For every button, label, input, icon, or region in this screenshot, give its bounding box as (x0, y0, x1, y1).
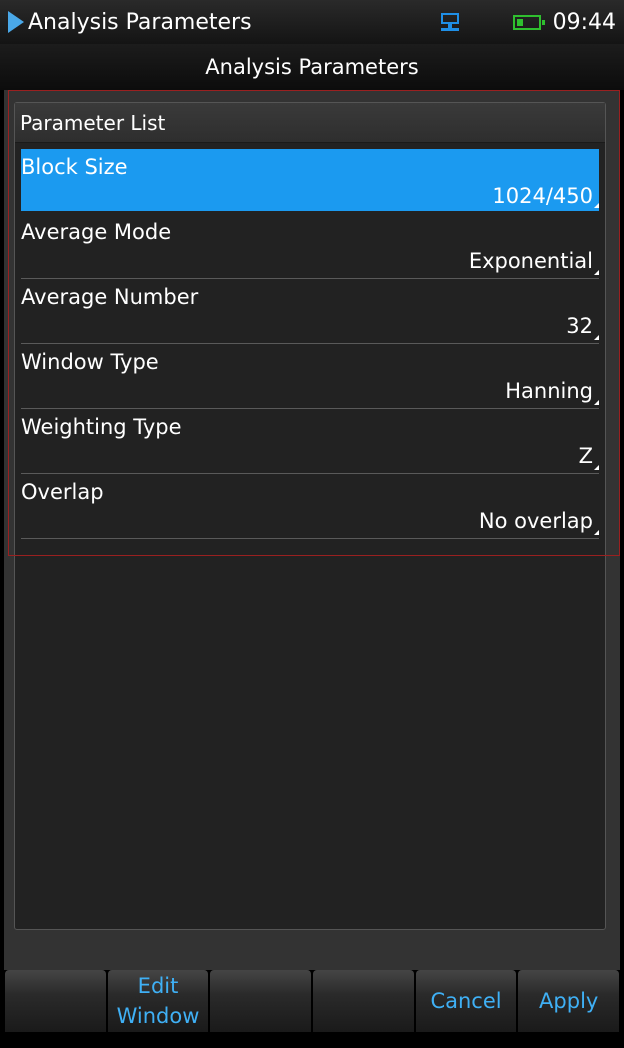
status-bar: Analysis Parameters 09:44 (0, 0, 624, 44)
param-label: Average Mode (21, 220, 172, 244)
param-label: Average Number (21, 285, 199, 309)
param-average-mode[interactable]: Average Mode Exponential (21, 214, 599, 279)
edit-window-button[interactable]: Edit Window (107, 970, 209, 1032)
param-overlap[interactable]: Overlap No overlap (21, 474, 599, 539)
status-indicators: 09:44 (439, 0, 616, 44)
param-label: Block Size (21, 155, 128, 179)
status-title: Analysis Parameters (28, 9, 252, 35)
edit-window-label-line2: Window (116, 1004, 200, 1028)
param-value: No overlap (478, 509, 593, 533)
param-value: 32 (566, 314, 593, 338)
param-average-number[interactable]: Average Number 32 (21, 279, 599, 344)
param-value: Z (578, 444, 593, 468)
parameter-list: Block Size 1024/450 Average Mode Exponen… (15, 143, 605, 539)
page-title: Analysis Parameters (0, 44, 624, 90)
param-label: Weighting Type (21, 415, 182, 439)
clock: 09:44 (552, 9, 616, 35)
param-value: Hanning (505, 379, 593, 403)
param-block-size[interactable]: Block Size 1024/450 (21, 149, 599, 211)
softkey-bar: Edit Window Cancel Apply (0, 970, 624, 1032)
softkey-1[interactable] (5, 970, 106, 1032)
main-area: Parameter List Block Size 1024/450 Avera… (4, 90, 620, 970)
cancel-button[interactable]: Cancel (415, 970, 517, 1032)
dropdown-corner-icon (594, 465, 599, 470)
softkey-4[interactable] (313, 970, 414, 1032)
cancel-label: Cancel (430, 989, 502, 1013)
param-label: Overlap (21, 480, 104, 504)
network-icon (439, 11, 461, 33)
param-label: Window Type (21, 350, 159, 374)
edit-window-label-line1: Edit (137, 974, 179, 998)
play-arrow-icon[interactable] (8, 11, 24, 33)
panel-title: Parameter List (15, 103, 605, 143)
dropdown-corner-icon (594, 203, 599, 208)
dropdown-corner-icon (594, 335, 599, 340)
param-value: 1024/450 (492, 184, 593, 208)
battery-icon (512, 14, 545, 30)
param-weighting-type[interactable]: Weighting Type Z (21, 409, 599, 474)
dropdown-corner-icon (594, 270, 599, 275)
param-value: Exponential (468, 249, 593, 273)
dropdown-corner-icon (594, 400, 599, 405)
param-window-type[interactable]: Window Type Hanning (21, 344, 599, 409)
softkey-3[interactable] (210, 970, 312, 1032)
dropdown-corner-icon (594, 530, 599, 535)
apply-label: Apply (539, 989, 599, 1013)
parameter-list-panel: Parameter List Block Size 1024/450 Avera… (14, 102, 606, 930)
apply-button[interactable]: Apply (518, 970, 620, 1032)
